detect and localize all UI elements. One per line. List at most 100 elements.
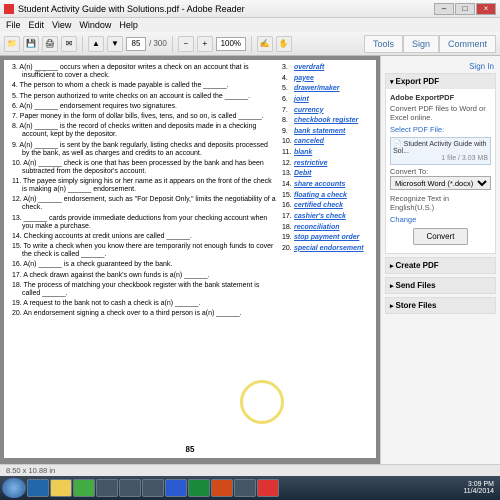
export-desc: Convert PDF files to Word or Excel onlin…	[390, 104, 491, 122]
window-title: Student Activity Guide with Solutions.pd…	[18, 4, 245, 14]
task-explorer-icon[interactable]	[50, 479, 72, 497]
zoom-input[interactable]	[216, 37, 246, 51]
question-text: 8. A(n) ______ is the record of checks w…	[12, 123, 276, 139]
start-button[interactable]	[2, 478, 26, 498]
export-pdf-header[interactable]: Export PDF	[386, 74, 495, 89]
answer-text: 3.overdraft	[282, 64, 368, 72]
tab-sign[interactable]: Sign	[403, 35, 439, 53]
task-word-icon[interactable]	[165, 479, 187, 497]
answer-text: 16.certified check	[282, 202, 368, 210]
hand-icon[interactable]: ✋	[276, 36, 292, 52]
question-text: 18. The process of matching your checkbo…	[12, 282, 276, 298]
titlebar: Student Activity Guide with Solutions.pd…	[0, 0, 500, 18]
print-icon[interactable]: 🖨	[42, 36, 58, 52]
mail-icon[interactable]: ✉	[61, 36, 77, 52]
answer-text: 10.canceled	[282, 138, 368, 146]
answer-text: 8.checkbook register	[282, 117, 368, 125]
answer-text: 14.share accounts	[282, 181, 368, 189]
menu-window[interactable]: Window	[79, 20, 111, 30]
side-panel: Sign In Export PDF Adobe ExportPDF Conve…	[380, 56, 500, 464]
question-text: 10. A(n) ______ check is one that has be…	[12, 160, 276, 176]
export-title: Adobe ExportPDF	[390, 93, 491, 102]
sign-in-link[interactable]: Sign In	[385, 60, 496, 73]
send-files-header[interactable]: Send Files	[386, 278, 495, 293]
question-text: 14. Checking accounts at credit unions a…	[12, 233, 276, 241]
question-text: 12. A(n) ______ endorsement, such as "Fo…	[12, 196, 276, 212]
toolbar: 📁 💾 🖨 ✉ ▲ ▼ / 300 − + ✍ ✋ Tools Sign Com…	[0, 32, 500, 56]
task-app-icon[interactable]	[142, 479, 164, 497]
answer-text: 13.Debit	[282, 170, 368, 178]
page-input[interactable]	[126, 37, 146, 51]
answer-text: 11.blank	[282, 149, 368, 157]
minimize-button[interactable]: –	[434, 3, 454, 15]
answer-text: 7.currency	[282, 107, 368, 115]
menu-file[interactable]: File	[6, 20, 21, 30]
recognize-text: Recognize Text in English(U.S.)	[390, 194, 491, 212]
question-text: 7. Paper money in the form of dollar bil…	[12, 113, 276, 121]
task-ie-icon[interactable]	[27, 479, 49, 497]
tab-tools[interactable]: Tools	[364, 35, 403, 53]
select-file-label: Select PDF File:	[390, 125, 491, 134]
answer-text: 15.floating a check	[282, 192, 368, 200]
highlight-circle	[240, 380, 284, 424]
selected-file[interactable]: 📄 Student Activity Guide with Sol... 1 f…	[390, 137, 491, 165]
zoom-out-icon[interactable]: −	[178, 36, 194, 52]
tab-comment[interactable]: Comment	[439, 35, 496, 53]
answer-text: 6.joint	[282, 96, 368, 104]
task-app-icon[interactable]	[234, 479, 256, 497]
save-icon[interactable]: 💾	[23, 36, 39, 52]
window-controls: – □ ×	[434, 3, 496, 15]
task-app-icon[interactable]	[96, 479, 118, 497]
question-text: 3. A(n) ______ occurs when a depositor w…	[12, 64, 276, 80]
page-down-icon[interactable]: ▼	[107, 36, 123, 52]
menubar: File Edit View Window Help	[0, 18, 500, 32]
page-up-icon[interactable]: ▲	[88, 36, 104, 52]
change-link[interactable]: Change	[390, 215, 491, 224]
page-size: 8.50 x 10.88 in	[6, 466, 55, 475]
answer-text: 9.bank statement	[282, 128, 368, 136]
question-text: 20. An endorsement signing a check over …	[12, 310, 276, 318]
open-icon[interactable]: 📁	[4, 36, 20, 52]
page-total: / 300	[149, 39, 167, 48]
question-text: 6. A(n) ______ endorsement requires two …	[12, 103, 276, 111]
convert-button[interactable]: Convert	[413, 228, 467, 245]
task-ppt-icon[interactable]	[211, 479, 233, 497]
question-text: 17. A check drawn against the bank's own…	[12, 272, 276, 280]
pdf-icon: 📄	[393, 141, 402, 148]
menu-view[interactable]: View	[52, 20, 71, 30]
format-select[interactable]: Microsoft Word (*.docx)	[390, 176, 491, 190]
create-pdf-header[interactable]: Create PDF	[386, 258, 495, 273]
task-app-icon[interactable]	[119, 479, 141, 497]
task-chrome-icon[interactable]	[73, 479, 95, 497]
store-files-header[interactable]: Store Files	[386, 298, 495, 313]
question-text: 5. The person authorized to write checks…	[12, 93, 276, 101]
system-tray[interactable]: 3:09 PM11/4/2014	[463, 481, 498, 495]
document-area[interactable]: 3. A(n) ______ occurs when a depositor w…	[0, 56, 380, 464]
page-number: 85	[186, 445, 195, 454]
answer-text: 5.drawer/maker	[282, 85, 368, 93]
task-excel-icon[interactable]	[188, 479, 210, 497]
answer-text: 19.stop payment order	[282, 234, 368, 242]
tool-icon[interactable]: ✍	[257, 36, 273, 52]
menu-help[interactable]: Help	[119, 20, 138, 30]
question-text: 15. To write a check when you know there…	[12, 243, 276, 259]
answer-text: 12.restrictive	[282, 160, 368, 168]
question-text: 13. ______ cards provide immediate deduc…	[12, 215, 276, 231]
app-icon	[4, 4, 14, 14]
question-text: 11. The payee simply signing his or her …	[12, 178, 276, 194]
pdf-page: 3. A(n) ______ occurs when a depositor w…	[4, 60, 376, 458]
answer-text: 17.cashier's check	[282, 213, 368, 221]
question-text: 4. The person to whom a check is made pa…	[12, 82, 276, 90]
menu-edit[interactable]: Edit	[29, 20, 45, 30]
question-text: 9. A(n) ______ is sent by the bank regul…	[12, 142, 276, 158]
answer-text: 20.special endorsement	[282, 245, 368, 253]
answer-text: 18.reconciliation	[282, 224, 368, 232]
zoom-in-icon[interactable]: +	[197, 36, 213, 52]
answer-text: 4.payee	[282, 75, 368, 83]
convert-to-label: Convert To:	[390, 167, 491, 176]
taskbar: 3:09 PM11/4/2014	[0, 476, 500, 500]
close-button[interactable]: ×	[476, 3, 496, 15]
task-reader-icon[interactable]	[257, 479, 279, 497]
maximize-button[interactable]: □	[455, 3, 475, 15]
question-text: 16. A(n) ______ is a check guaranteed by…	[12, 261, 276, 269]
